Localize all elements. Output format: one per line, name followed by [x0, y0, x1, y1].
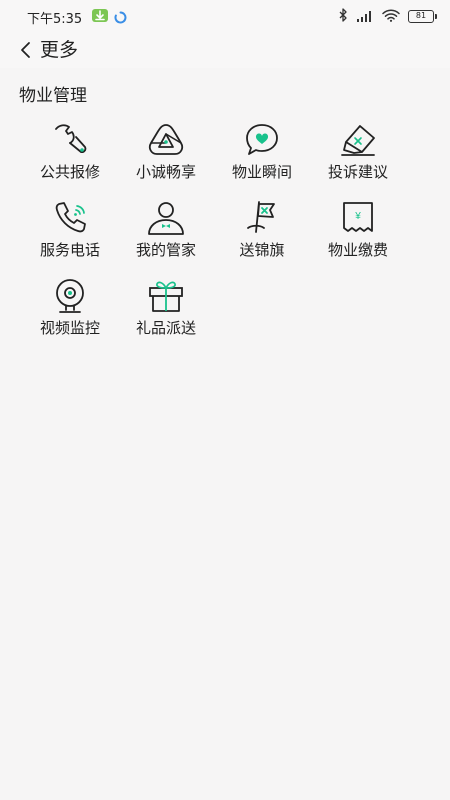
nav-bar: 更多	[0, 32, 450, 68]
status-time: 下午5:35	[27, 12, 83, 27]
grid-item-moments[interactable]: 物业瞬间	[214, 120, 310, 198]
grid-item-label: 礼品派送	[135, 319, 196, 337]
grid-item-label: 物业缴费	[327, 241, 388, 259]
back-button[interactable]	[12, 36, 38, 64]
wifi-icon	[382, 7, 400, 26]
grid-item-label: 小诚畅享	[135, 163, 196, 181]
status-right-group: 81	[338, 7, 437, 26]
grid-item-enjoy[interactable]: 小诚畅享	[118, 120, 214, 198]
grid-item-payment[interactable]: ¥ 物业缴费	[310, 198, 406, 276]
grid-item-label: 投诉建议	[327, 163, 388, 181]
chat-heart-icon	[242, 120, 282, 160]
signal-icon	[356, 7, 374, 26]
grid-item-label: 我的管家	[135, 241, 196, 259]
download-icon	[92, 9, 108, 22]
eraser-icon	[338, 120, 378, 160]
svg-text:¥: ¥	[354, 211, 361, 222]
bluetooth-icon	[338, 7, 348, 26]
camera-icon	[50, 276, 90, 316]
grid-item-label: 物业瞬间	[231, 163, 292, 181]
flag-icon	[242, 198, 282, 238]
grid-item-complaint[interactable]: 投诉建议	[310, 120, 406, 198]
service-grid: 公共报修 小诚畅享 物业瞬间 投诉建议 服务电话 我的管家 送锦旗 ¥ 物业缴费…	[22, 120, 422, 354]
grid-item-label: 视频监控	[39, 319, 100, 337]
grid-item-gift[interactable]: 礼品派送	[118, 276, 214, 354]
section-title: 物业管理	[19, 86, 87, 106]
status-bar: 下午5:35 81	[0, 0, 450, 32]
grid-item-butler[interactable]: 我的管家	[118, 198, 214, 276]
loading-icon	[114, 9, 127, 28]
grid-item-label: 公共报修	[39, 163, 100, 181]
battery-icon: 81	[408, 9, 437, 23]
grid-item-label: 送锦旗	[239, 241, 285, 259]
grid-item-video[interactable]: 视频监控	[22, 276, 118, 354]
bill-icon: ¥	[338, 198, 378, 238]
grid-item-service-phone[interactable]: 服务电话	[22, 198, 118, 276]
wrench-icon	[50, 120, 90, 160]
page-title: 更多	[40, 39, 79, 61]
butler-icon	[146, 198, 186, 238]
grid-item-label: 服务电话	[39, 241, 100, 259]
grid-item-banner[interactable]: 送锦旗	[214, 198, 310, 276]
triangle-share-icon	[146, 120, 186, 160]
gift-icon	[146, 276, 186, 316]
grid-item-public-repair[interactable]: 公共报修	[22, 120, 118, 198]
chevron-left-icon	[21, 42, 30, 58]
phone-icon	[50, 198, 90, 238]
